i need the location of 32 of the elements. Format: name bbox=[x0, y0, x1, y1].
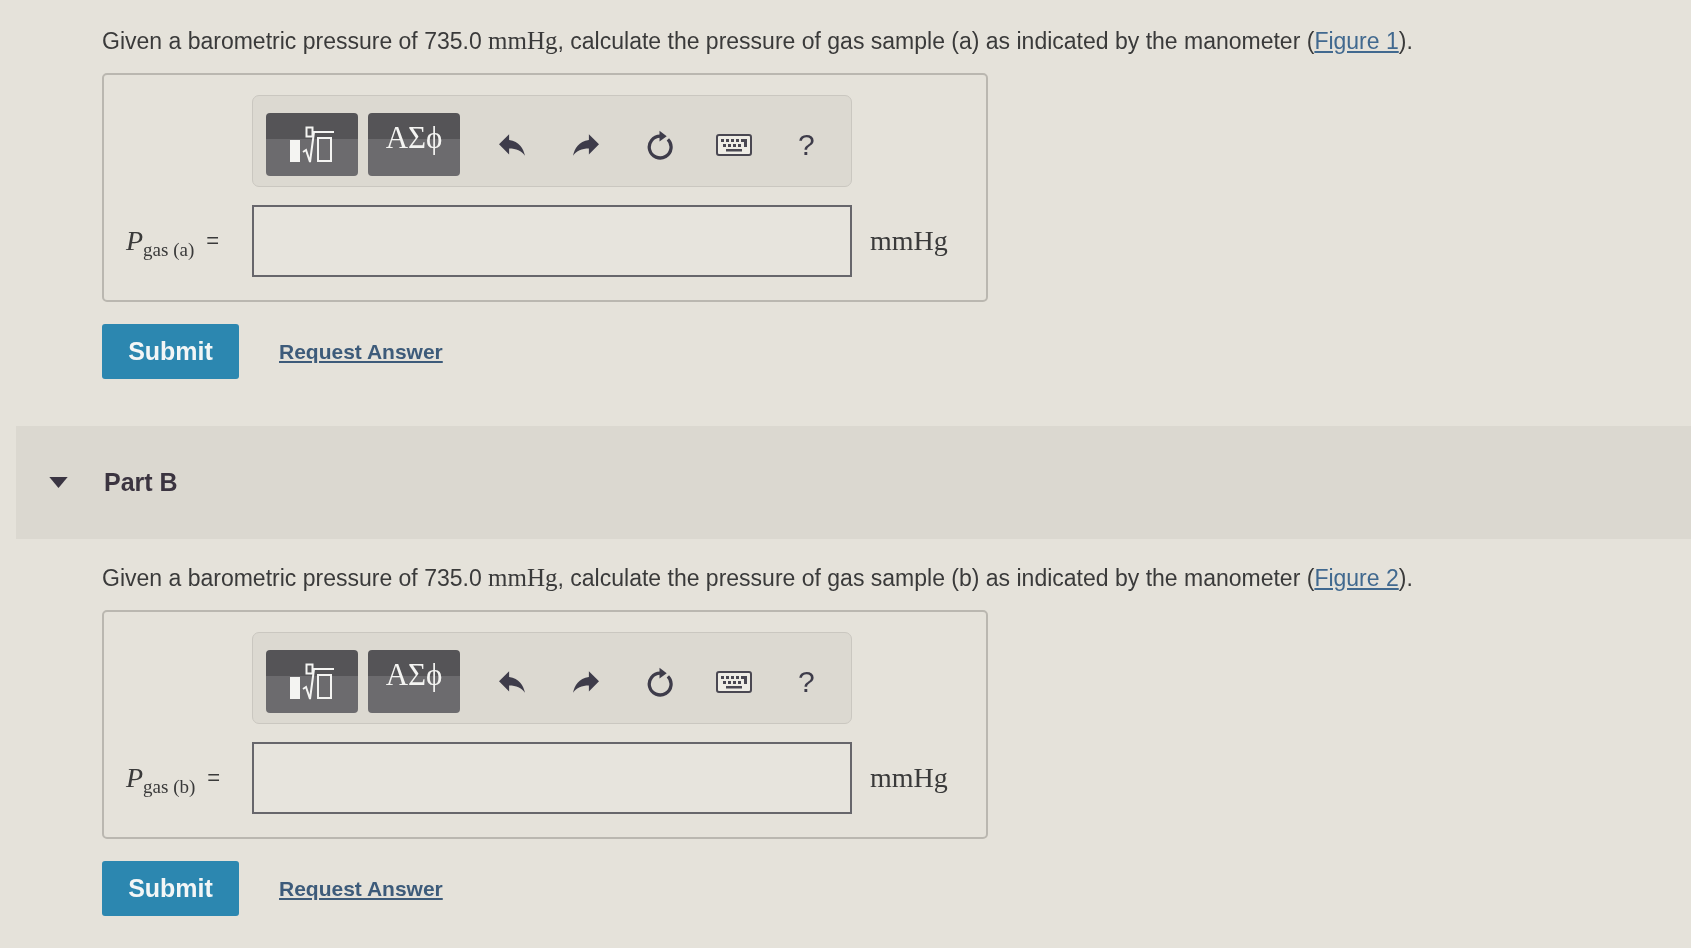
template-button[interactable] bbox=[266, 113, 358, 176]
question-text: Given a barometric pressure of 735.0 mmHg, calculate the pressure of gas sample (a) as indicated by the manometer (Figure 1). bbox=[102, 26, 1414, 56]
unit-label: mmHg bbox=[869, 762, 949, 794]
figure-link[interactable]: Figure 1 bbox=[1314, 28, 1399, 54]
part-title: Part B bbox=[104, 468, 178, 497]
caret-icon[interactable] bbox=[49, 477, 68, 488]
question-text: Given a barometric pressure of 735.0 mmHg, calculate the pressure of gas sample (b) as indicated by the manometer (Figure 2). bbox=[102, 563, 1414, 593]
symbols-button[interactable]: ΑΣϕ bbox=[368, 113, 460, 176]
help-button[interactable]: ? bbox=[798, 127, 815, 162]
reset-icon bbox=[646, 129, 674, 160]
submit-button[interactable]: Submit bbox=[102, 324, 239, 379]
equals-sign: = bbox=[206, 228, 220, 254]
answer-input[interactable] bbox=[252, 742, 852, 814]
unit-label: mmHg bbox=[869, 225, 949, 257]
root-template-icon bbox=[289, 125, 335, 164]
help-button[interactable]: ? bbox=[798, 664, 815, 699]
undo-icon bbox=[499, 670, 525, 693]
symbols-button[interactable]: ΑΣϕ bbox=[368, 650, 460, 713]
keyboard-icon bbox=[716, 133, 752, 156]
equals-sign: = bbox=[207, 765, 221, 791]
redo-icon bbox=[573, 133, 599, 156]
undo-icon bbox=[499, 133, 525, 156]
request-answer-link[interactable]: Request Answer bbox=[279, 339, 443, 364]
answer-input[interactable] bbox=[252, 205, 852, 277]
template-button[interactable] bbox=[266, 650, 358, 713]
request-answer-link[interactable]: Request Answer bbox=[279, 876, 443, 901]
submit-button[interactable]: Submit bbox=[102, 861, 239, 916]
redo-icon bbox=[573, 670, 599, 693]
figure-link[interactable]: Figure 2 bbox=[1314, 565, 1399, 591]
keyboard-icon bbox=[716, 670, 752, 693]
reset-icon bbox=[646, 666, 674, 697]
root-template-icon bbox=[289, 662, 335, 701]
